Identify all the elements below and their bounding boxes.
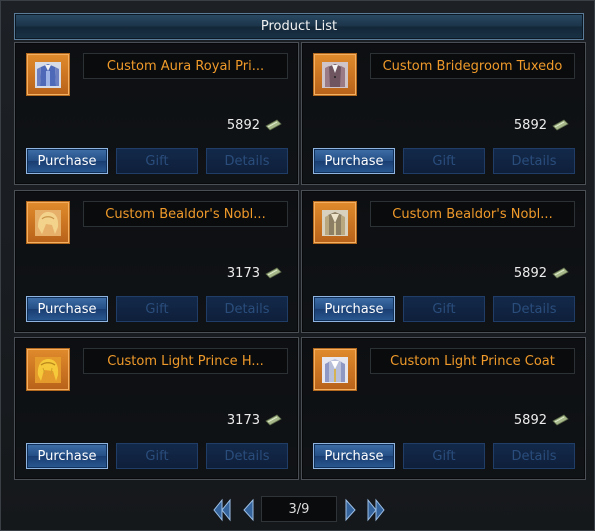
product-list-window: Product List Custom Aura Royal Pri... 58… (0, 0, 595, 531)
tuxedo-costume-icon (318, 58, 352, 92)
price-value: 5892 (513, 412, 547, 428)
window-title: Product List (14, 13, 584, 40)
money-icon (265, 414, 282, 426)
product-thumbnail[interactable] (26, 201, 70, 244)
product-thumbnail[interactable] (313, 53, 357, 96)
price-value: 3173 (226, 265, 260, 281)
purchase-button[interactable]: Purchase (313, 148, 395, 174)
gift-button[interactable]: Gift (403, 296, 485, 322)
noble-coat-icon (318, 206, 352, 240)
purchase-button[interactable]: Purchase (26, 443, 108, 469)
details-button[interactable]: Details (493, 296, 575, 322)
product-card: Custom Bealdor's Nobl... 3173 Purchase G… (14, 190, 299, 333)
double-chevron-right-icon (367, 498, 385, 522)
gift-button[interactable]: Gift (116, 443, 198, 469)
price-value: 5892 (226, 117, 260, 133)
product-price: 3173 (227, 264, 282, 282)
purchase-button[interactable]: Purchase (26, 148, 108, 174)
next-page-button[interactable] (340, 497, 362, 523)
product-name: Custom Light Prince H... (83, 348, 288, 374)
product-name: Custom Bealdor's Nobl... (83, 201, 288, 227)
product-name: Custom Bridegroom Tuxedo (370, 53, 575, 79)
price-value: 5892 (513, 117, 547, 133)
product-price: 5892 (514, 116, 569, 134)
chevron-left-icon (243, 498, 254, 522)
product-price: 3173 (227, 411, 282, 429)
details-button[interactable]: Details (206, 443, 288, 469)
previous-page-button[interactable] (237, 497, 259, 523)
page-indicator: 3/9 (261, 496, 337, 522)
details-button[interactable]: Details (493, 443, 575, 469)
prince-coat-icon (318, 353, 352, 387)
blue-royal-costume-icon (31, 58, 65, 92)
double-chevron-left-icon (213, 498, 231, 522)
product-card: Custom Bridegroom Tuxedo 5892 Purchase G… (301, 42, 586, 185)
last-page-button[interactable] (365, 497, 387, 523)
purchase-button[interactable]: Purchase (313, 443, 395, 469)
money-icon (552, 414, 569, 426)
purchase-button[interactable]: Purchase (313, 296, 395, 322)
product-card: Custom Light Prince Coat 5892 Purchase G… (301, 337, 586, 480)
gift-button[interactable]: Gift (403, 443, 485, 469)
product-thumbnail[interactable] (313, 348, 357, 391)
product-name: Custom Bealdor's Nobl... (370, 201, 575, 227)
money-icon (552, 267, 569, 279)
money-icon (265, 119, 282, 131)
product-name: Custom Aura Royal Pri... (83, 53, 288, 79)
pagination: 3/9 (1, 494, 595, 524)
gift-button[interactable]: Gift (116, 148, 198, 174)
first-page-button[interactable] (211, 497, 233, 523)
details-button[interactable]: Details (493, 148, 575, 174)
chevron-right-icon (345, 498, 356, 522)
product-card: Custom Aura Royal Pri... 5892 Purchase G… (14, 42, 299, 185)
gift-button[interactable]: Gift (403, 148, 485, 174)
product-thumbnail[interactable] (26, 348, 70, 391)
golden-hair-icon (31, 353, 65, 387)
product-price: 5892 (514, 264, 569, 282)
blonde-hair-icon (31, 206, 65, 240)
money-icon (552, 119, 569, 131)
details-button[interactable]: Details (206, 148, 288, 174)
price-value: 5892 (513, 265, 547, 281)
product-price: 5892 (227, 116, 282, 134)
purchase-button[interactable]: Purchase (26, 296, 108, 322)
product-thumbnail[interactable] (26, 53, 70, 96)
price-value: 3173 (226, 412, 260, 428)
money-icon (265, 267, 282, 279)
product-name: Custom Light Prince Coat (370, 348, 575, 374)
product-thumbnail[interactable] (313, 201, 357, 244)
product-card: Custom Bealdor's Nobl... 5892 Purchase G… (301, 190, 586, 333)
gift-button[interactable]: Gift (116, 296, 198, 322)
details-button[interactable]: Details (206, 296, 288, 322)
product-card: Custom Light Prince H... 3173 Purchase G… (14, 337, 299, 480)
product-price: 5892 (514, 411, 569, 429)
